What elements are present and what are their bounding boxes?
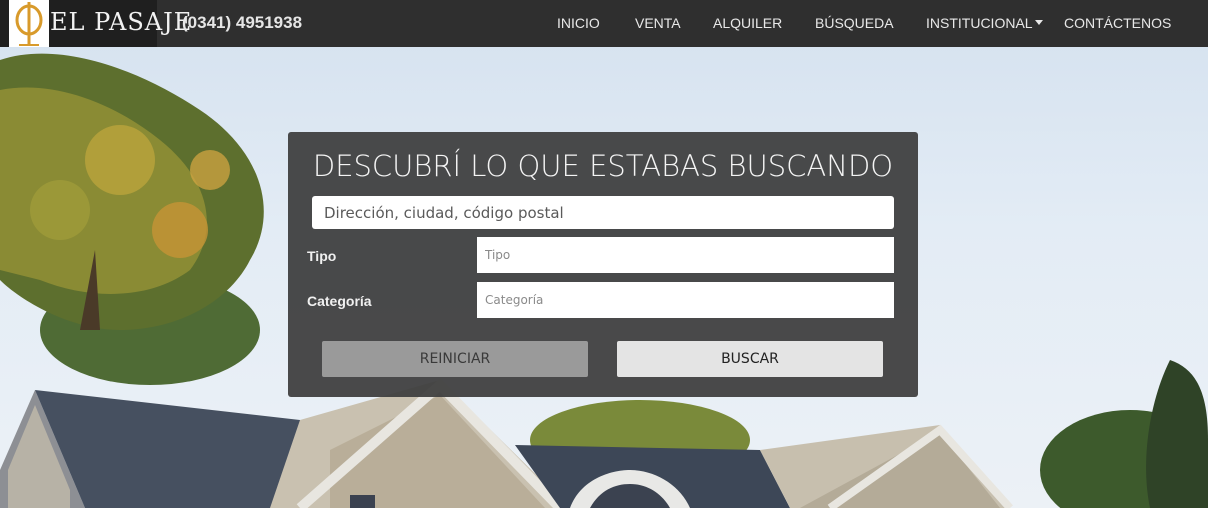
nav-item-alquiler[interactable]: ALQUILER xyxy=(713,15,782,31)
logo-mark-icon xyxy=(9,0,49,47)
page: EL PASAJE (0341) 4951938 INICIO VENTA AL… xyxy=(0,0,1208,508)
brand-name: EL PASAJE xyxy=(50,8,193,36)
tipo-label: Tipo xyxy=(307,248,337,264)
nav-item-busqueda[interactable]: BÚSQUEDA xyxy=(815,15,894,31)
nav-item-inicio[interactable]: INICIO xyxy=(557,15,600,31)
nav-item-venta[interactable]: VENTA xyxy=(635,15,681,31)
tipo-field[interactable] xyxy=(477,237,894,273)
search-panel-title: DESCUBRÍ LO QUE ESTABAS BUSCANDO xyxy=(312,149,894,183)
address-search-input[interactable] xyxy=(312,196,894,229)
categoria-label: Categoría xyxy=(307,293,372,309)
caret-down-icon[interactable] xyxy=(1035,20,1043,25)
phone-number: (0341) 4951938 xyxy=(182,13,303,32)
brand-logo[interactable]: EL PASAJE xyxy=(0,0,191,47)
reset-button[interactable]: REINICIAR xyxy=(322,341,588,377)
nav-item-contactenos[interactable]: CONTÁCTENOS xyxy=(1064,15,1171,31)
top-navbar: EL PASAJE (0341) 4951938 INICIO VENTA AL… xyxy=(0,0,1208,47)
search-button[interactable]: BUSCAR xyxy=(617,341,883,377)
categoria-field[interactable] xyxy=(477,282,894,318)
search-panel: DESCUBRÍ LO QUE ESTABAS BUSCANDO Tipo Ca… xyxy=(288,132,918,397)
nav-item-institucional[interactable]: INSTITUCIONAL xyxy=(926,15,1033,31)
